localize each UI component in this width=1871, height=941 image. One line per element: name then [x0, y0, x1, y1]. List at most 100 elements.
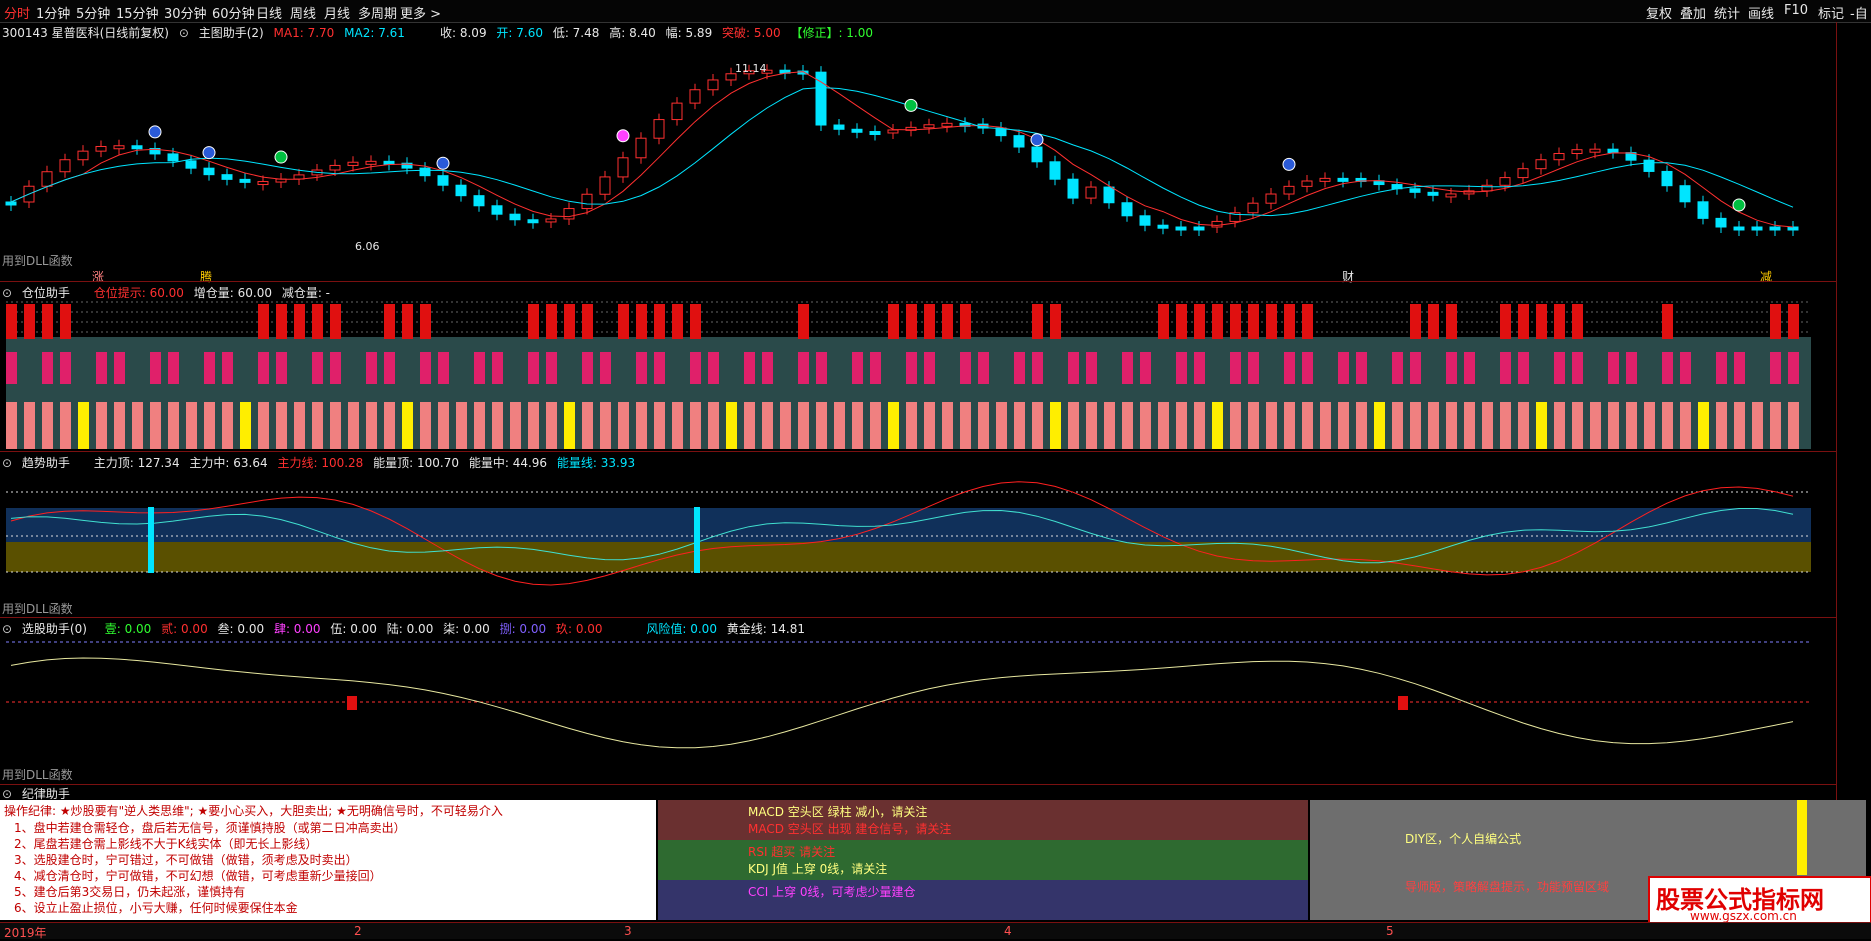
selection-panel[interactable]: ⊙ 选股助手(0) 壹: 0.00 贰: 0.00 叁: 0.00 肆: 0.0… [0, 617, 1836, 785]
candle-body [1103, 186, 1115, 204]
pos-bar-mid [420, 352, 431, 384]
pos-bar-mid [600, 352, 611, 384]
rule-header: 操作纪律: ★炒股要有"逆人类思维"; ★要小心买入，大胆卖出; ★无明确信号时… [4, 804, 503, 818]
pos-bar-bottom [654, 402, 665, 449]
pos-bar-bottom [42, 402, 53, 449]
trend-cyan-bar [148, 507, 154, 573]
candle-body [113, 145, 125, 150]
pos-bar-bottom [1428, 402, 1439, 449]
menu-item-5min[interactable]: 5分钟 [76, 3, 110, 22]
menu-item-1min[interactable]: 1分钟 [36, 3, 70, 22]
candle-body [1517, 168, 1529, 179]
cci-signal: CCI 上穿 0线，可考虑少量建仓 [748, 885, 916, 899]
pos-bar-mid [1392, 352, 1403, 384]
price-axis-separator [1836, 22, 1837, 922]
discipline-panel-name[interactable]: 纪律助手 [22, 787, 70, 801]
candle-body [491, 205, 503, 215]
pos-bar-mid [1230, 352, 1241, 384]
toolbar-more-right[interactable]: -自 [1850, 3, 1868, 22]
pos-bar-bottom [600, 402, 611, 449]
pos-bar-mid [1032, 352, 1043, 384]
candle-body [599, 176, 611, 195]
pos-bar-top [924, 304, 935, 339]
pos-bar-mid [474, 352, 485, 384]
toolbar-draw-button[interactable]: 画线 [1748, 3, 1774, 22]
kdj-signal: KDJ J值 上穿 0线，请关注 [748, 862, 888, 876]
discipline-chevron-icon[interactable]: ⊙ [2, 787, 12, 801]
signal-dot [904, 98, 918, 112]
main-chart-panel[interactable]: 300143 星普医科(日线前复权) ⊙ 主图助手(2) MA1: 7.70 M… [0, 22, 1836, 284]
pos-bar-bottom [582, 402, 593, 449]
candle-body [41, 171, 53, 187]
discipline-panel-header[interactable]: ⊙ 纪律助手 [0, 784, 1836, 801]
pos-bar-mid [60, 352, 71, 384]
pos-bar-mid [708, 352, 719, 384]
candle-body [95, 145, 107, 152]
candle-body [203, 167, 215, 176]
trend-panel[interactable]: ⊙ 趋势助手 主力顶: 127.34 主力中: 63.64 主力线: 100.2… [0, 451, 1836, 618]
pos-bar-top [1158, 304, 1169, 339]
pos-bar-top [1518, 304, 1529, 339]
pos-bar-bottom [1266, 402, 1277, 449]
pos-bar-mid [1014, 352, 1025, 384]
candle-body [1499, 177, 1511, 186]
pos-bar-mid [528, 352, 539, 384]
pos-bar-bottom [1482, 402, 1493, 449]
pos-bar-bottom [1662, 402, 1673, 449]
pos-bar-bottom [744, 402, 755, 449]
trend-band-blue [6, 508, 1811, 542]
pos-bar-mid [330, 352, 341, 384]
menu-item-multi-period[interactable]: 多周期 [358, 3, 397, 22]
position-panel[interactable]: ⊙ 仓位助手 仓位提示: 60.00 增仓量: 60.00 减仓量: - [0, 281, 1836, 452]
pos-bar-mid [276, 352, 287, 384]
menu-item-weekly[interactable]: 周线 [290, 3, 316, 22]
pos-bar-bottom [888, 402, 899, 449]
candlestick-chart [5, 64, 1799, 236]
pos-bar-bottom [1212, 402, 1223, 449]
ma1-line [10, 71, 1794, 228]
select-score-line [10, 657, 1794, 749]
pos-bar-bottom [1392, 402, 1403, 449]
pos-bar-mid [258, 352, 269, 384]
menu-item-more[interactable]: 更多 > [400, 3, 441, 22]
pos-bar-bottom [1698, 402, 1709, 449]
pos-bar-mid [96, 352, 107, 384]
candle-body [1787, 226, 1799, 231]
toolbar-stats-button[interactable]: 统计 [1714, 3, 1740, 22]
pos-bar-bottom [1032, 402, 1043, 449]
toolbar-f10-button[interactable]: F10 [1784, 3, 1808, 18]
pos-bar-mid [42, 352, 53, 384]
pos-bar-mid [312, 352, 323, 384]
menu-item-monthly[interactable]: 月线 [324, 3, 350, 22]
toolbar-mark-button[interactable]: 标记 [1818, 3, 1844, 22]
menu-item-daily[interactable]: 日线 [256, 3, 282, 22]
pos-bar-bottom [708, 402, 719, 449]
pos-bar-mid [1554, 352, 1565, 384]
candle-body [653, 119, 665, 139]
menu-item-fenshi[interactable]: 分时 [4, 3, 30, 22]
pos-bar-mid [1500, 352, 1511, 384]
date-label-may: 5 [1386, 924, 1394, 938]
pos-bar-bottom [942, 402, 953, 449]
toolbar-fuquan-button[interactable]: 复权 [1646, 3, 1672, 22]
menu-item-30min[interactable]: 30分钟 [164, 3, 207, 22]
toolbar-overlay-button[interactable]: 叠加 [1680, 3, 1706, 22]
pos-bar-bottom [690, 402, 701, 449]
candle-body [581, 193, 593, 210]
candle-body [1319, 177, 1331, 182]
pos-bar-bottom [906, 402, 917, 449]
pos-bar-top [636, 304, 647, 339]
signal-dot [1732, 198, 1746, 212]
menu-item-60min[interactable]: 60分钟 [212, 3, 255, 22]
candle-body [1067, 178, 1079, 199]
candle-body [1157, 224, 1169, 229]
pos-bar-mid [690, 352, 701, 384]
pos-bar-mid [1122, 352, 1133, 384]
trend-dll-note: 用到DLL函数 [2, 602, 73, 616]
menu-item-15min[interactable]: 15分钟 [116, 3, 159, 22]
selection-dll-note: 用到DLL函数 [2, 768, 73, 782]
candle-body [1337, 177, 1349, 182]
macd-signal-1: MACD 空头区 绿柱 减小，请关注 [748, 805, 928, 819]
candle-body [509, 213, 521, 221]
selection-line-chart [6, 641, 1810, 749]
